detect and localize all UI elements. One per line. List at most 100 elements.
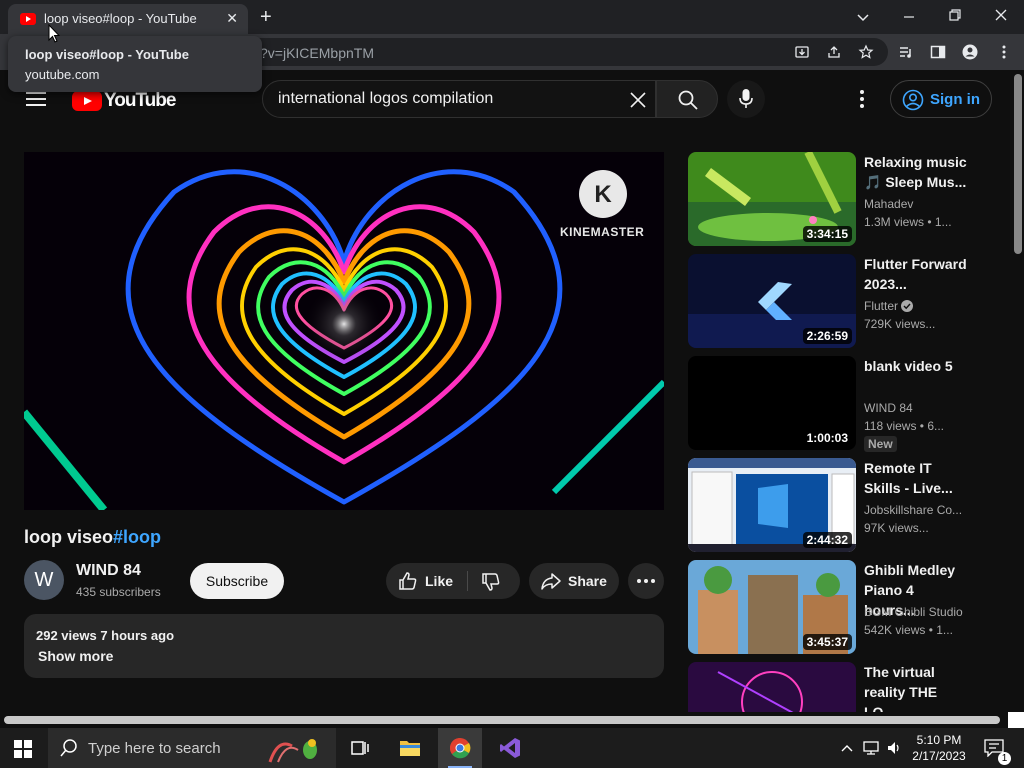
description-box[interactable]: 292 views 7 hours ago Show more (24, 614, 664, 678)
video-title: loop viseo#loop (24, 527, 161, 548)
url-text: ?v=jKICEMbpnTM (260, 45, 374, 61)
new-tab-button[interactable]: + (260, 6, 272, 29)
recommendation-meta: 97K views... (864, 521, 929, 535)
recommendation-channel[interactable]: Flutter (864, 299, 914, 313)
visual-studio-button[interactable] (488, 728, 532, 768)
browser-tab-strip: loop viseo#loop - YouTube ✕ + (0, 0, 1024, 34)
install-app-icon[interactable] (794, 44, 810, 60)
video-thumbnail[interactable]: 2:44:32 (688, 458, 856, 552)
tab-search-chevron-icon[interactable] (856, 10, 870, 24)
search-icon (678, 90, 698, 110)
volume-icon[interactable] (886, 740, 902, 756)
recommendation-title[interactable]: Flutter Forward 2023... (864, 254, 968, 294)
recommendation-channel[interactable]: BGM Ghibli Studio (864, 605, 963, 619)
recommendation-channel[interactable]: Jobskillshare Co... (864, 503, 962, 517)
task-view-icon (351, 741, 369, 755)
horizontal-scroll-thumb[interactable] (4, 716, 1000, 724)
recommendation-channel[interactable]: Mahadev (864, 197, 913, 211)
recommendation-item[interactable]: 2:26:59 Flutter Forward 2023... Flutter … (688, 254, 998, 350)
media-control-icon[interactable] (898, 44, 914, 60)
browser-menu-icon[interactable] (996, 44, 1012, 60)
profile-icon[interactable] (962, 44, 978, 60)
subscribe-button[interactable]: Subscribe (190, 563, 284, 599)
youtube-logo-text[interactable]: YouTube (104, 90, 176, 112)
recommendation-title[interactable]: Relaxing music 🎵 Sleep Mus... (864, 152, 968, 192)
taskbar-search-box[interactable]: Type here to search (48, 728, 336, 768)
video-thumbnail[interactable] (688, 662, 856, 712)
clock-time: 5:10 PM (916, 733, 962, 747)
more-actions-button[interactable] (628, 563, 664, 599)
video-thumbnail[interactable]: 1:00:03 (688, 356, 856, 450)
subscriber-count: 435 subscribers (76, 585, 161, 599)
recommendation-title[interactable]: The virtual reality THE LO... (864, 662, 968, 712)
clear-search-icon[interactable] (628, 90, 648, 110)
file-explorer-icon (400, 741, 420, 756)
youtube-logo-icon[interactable] (72, 91, 102, 111)
taskbar-search-icon (60, 739, 77, 757)
show-more-button[interactable]: Show more (38, 648, 113, 664)
video-duration: 2:44:32 (802, 532, 852, 548)
network-icon[interactable] (862, 740, 880, 756)
account-icon (902, 89, 924, 111)
browser-tab[interactable]: loop viseo#loop - YouTube ✕ (8, 4, 248, 34)
mouse-cursor-icon (48, 24, 60, 43)
task-view-button[interactable] (338, 728, 382, 768)
file-explorer-button[interactable] (388, 728, 432, 768)
share-page-icon[interactable] (826, 44, 842, 60)
video-title-text: loop viseo (24, 527, 114, 547)
show-hidden-icons-icon[interactable] (840, 742, 854, 754)
video-duration: 1:00:03 (802, 430, 852, 446)
recommendation-meta: 1.3M views • 1... (864, 215, 952, 229)
recommendation-channel[interactable]: WIND 84 (864, 401, 913, 415)
sign-in-button[interactable]: Sign in (890, 80, 992, 118)
chrome-taskbar-button[interactable] (438, 728, 482, 768)
thumbs-down-icon[interactable] (481, 572, 501, 592)
share-button[interactable]: Share (529, 563, 619, 599)
horizontal-scrollbar[interactable] (0, 712, 1024, 728)
share-arrow-icon (541, 573, 561, 590)
video-thumbnail[interactable]: 3:45:37 (688, 560, 856, 654)
search-input[interactable]: international logos compilation (262, 80, 656, 118)
voice-search-button[interactable] (727, 80, 765, 118)
vertical-scroll-thumb[interactable] (1014, 74, 1022, 254)
system-clock[interactable]: 5:10 PM 2/17/2023 (906, 732, 972, 764)
kinemaster-logo-icon: K (579, 170, 627, 218)
kinemaster-watermark: KINEMASTER (560, 225, 645, 239)
minimize-icon[interactable] (902, 10, 916, 24)
hover-card-domain: youtube.com (25, 67, 100, 82)
more-horizontal-icon (637, 579, 655, 583)
like-button[interactable]: Like (425, 573, 453, 589)
guide-menu-icon[interactable] (26, 92, 46, 106)
bookmark-star-icon[interactable] (858, 44, 874, 60)
restore-icon[interactable] (948, 8, 962, 22)
channel-name[interactable]: WIND 84 (76, 562, 141, 580)
recommendation-title[interactable]: Remote IT Skills - Live... (864, 458, 968, 498)
video-duration: 2:26:59 (802, 328, 852, 344)
taskbar-search-placeholder: Type here to search (88, 740, 221, 757)
vertical-scrollbar[interactable] (1012, 70, 1024, 712)
kinemaster-logo-mark: K (594, 181, 612, 208)
video-hashtag-link[interactable]: #loop (113, 527, 161, 547)
notification-count-badge: 1 (998, 752, 1011, 765)
windows-taskbar: Type here to search 5:10 PM 2/17/2023 1 (0, 728, 1024, 768)
recommendation-item[interactable]: 3:34:15 Relaxing music 🎵 Sleep Mus... Ma… (688, 152, 998, 248)
windows-start-icon[interactable] (14, 740, 32, 758)
recommendation-meta: 118 views • 6... (864, 419, 945, 433)
settings-more-icon[interactable] (852, 88, 872, 110)
video-thumbnail[interactable]: 2:26:59 (688, 254, 856, 348)
tab-hover-card: loop viseo#loop - YouTube youtube.com (8, 36, 262, 92)
recommendation-item[interactable]: 3:45:37 Ghibli Medley Piano 4 hours... B… (688, 560, 998, 656)
video-player[interactable]: K KINEMASTER (24, 152, 664, 510)
side-panel-icon[interactable] (930, 44, 946, 60)
video-thumbnail[interactable]: 3:34:15 (688, 152, 856, 246)
tab-close-icon[interactable]: ✕ (226, 10, 238, 27)
recommendation-item[interactable]: 1:00:03 blank video 5 WIND 84 118 views … (688, 356, 998, 452)
scrollbar-corner (1008, 712, 1024, 728)
search-button[interactable] (656, 80, 718, 118)
thumbs-up-icon[interactable] (398, 571, 418, 591)
recommendation-item[interactable]: The virtual reality THE LO... (688, 662, 998, 712)
window-close-icon[interactable] (994, 8, 1008, 22)
recommendation-title[interactable]: blank video 5 (864, 356, 968, 376)
recommendation-item[interactable]: 2:44:32 Remote IT Skills - Live... Jobsk… (688, 458, 998, 554)
channel-avatar[interactable]: W (24, 560, 64, 600)
